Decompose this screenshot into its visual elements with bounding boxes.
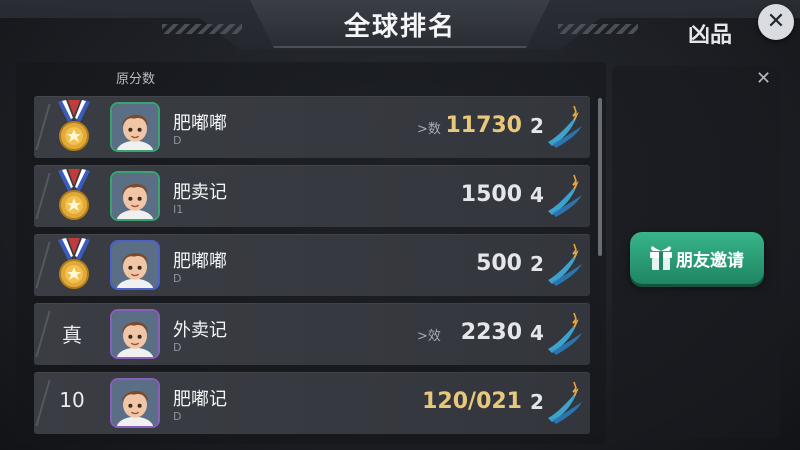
wing-score-icon (548, 174, 582, 217)
player-subtitle: D (173, 341, 182, 354)
player-subtitle: D (173, 272, 182, 285)
player-score: 1500 (460, 182, 522, 207)
wing-score-icon (548, 243, 582, 286)
close-button[interactable]: ✕ (758, 4, 794, 40)
invite-friends-label: 朋友邀请 (676, 251, 744, 271)
leaderboard-row[interactable]: 10 肥嘟记 D 120/021 2 (34, 372, 590, 434)
rank-cell: 真 (34, 303, 106, 365)
avatar[interactable] (110, 378, 160, 428)
rank-number: 真 (62, 323, 82, 347)
avatar-icon (112, 311, 158, 357)
divider (35, 173, 51, 219)
avatar-icon (112, 380, 158, 426)
rank-cell: 10 (34, 372, 106, 434)
close-icon: ✕ (756, 68, 772, 89)
close-icon: ✕ (766, 9, 786, 34)
avatar-icon (112, 173, 158, 219)
avatar[interactable] (110, 102, 160, 152)
column-header-name: 原分数 (116, 72, 156, 87)
avatar[interactable] (110, 240, 160, 290)
medal-icon (58, 169, 90, 220)
player-score: 120/021 (422, 389, 522, 414)
side-panel-close-button[interactable]: ✕ (756, 68, 771, 89)
player-name: 外卖记 (173, 320, 227, 341)
divider (35, 242, 51, 288)
avatar[interactable] (110, 171, 160, 221)
rank-cell (34, 165, 106, 227)
medal-icon (58, 100, 90, 151)
column-header-score: 凶品 (687, 23, 732, 48)
rank-number: 10 (59, 388, 85, 412)
player-score: 2230 (460, 320, 522, 345)
player-name: 肥嘟记 (173, 389, 227, 410)
title-decoration-left (162, 24, 242, 34)
player-name: 肥卖记 (173, 182, 227, 203)
gift-icon (650, 246, 672, 270)
score-tag: >数 (417, 122, 441, 137)
avatar-icon (112, 242, 158, 288)
player-score: 11730 (445, 113, 522, 138)
medal-icon (58, 238, 90, 289)
score-tag: >效 (417, 329, 441, 344)
leaderboard-row[interactable]: 肥卖记 I1 1500 4 (34, 165, 590, 227)
player-subtitle: I1 (173, 203, 184, 216)
player-subtitle: D (173, 134, 182, 147)
rank-cell (34, 96, 106, 158)
divider (35, 104, 51, 150)
wing-score-icon (548, 105, 582, 148)
wing-score-icon (548, 312, 582, 355)
leaderboard-row[interactable]: 肥嘟嘟 D 500 2 (34, 234, 590, 296)
avatar-icon (112, 104, 158, 150)
leaderboard-row[interactable]: 肥嘟嘟 D >数 11730 2 (34, 96, 590, 158)
scrollbar[interactable] (598, 98, 602, 256)
invite-friends-button[interactable]: 朋友邀请 (630, 232, 764, 284)
player-name: 肥嘟嘟 (173, 113, 227, 134)
leaderboard-row[interactable]: 真 外卖记 D >效 2230 4 (34, 303, 590, 365)
player-name: 肥嘟嘟 (173, 251, 227, 272)
player-score: 500 (476, 251, 522, 276)
rank-cell (34, 234, 106, 296)
player-subtitle: D (173, 410, 182, 423)
avatar[interactable] (110, 309, 160, 359)
wing-score-icon (548, 381, 582, 424)
